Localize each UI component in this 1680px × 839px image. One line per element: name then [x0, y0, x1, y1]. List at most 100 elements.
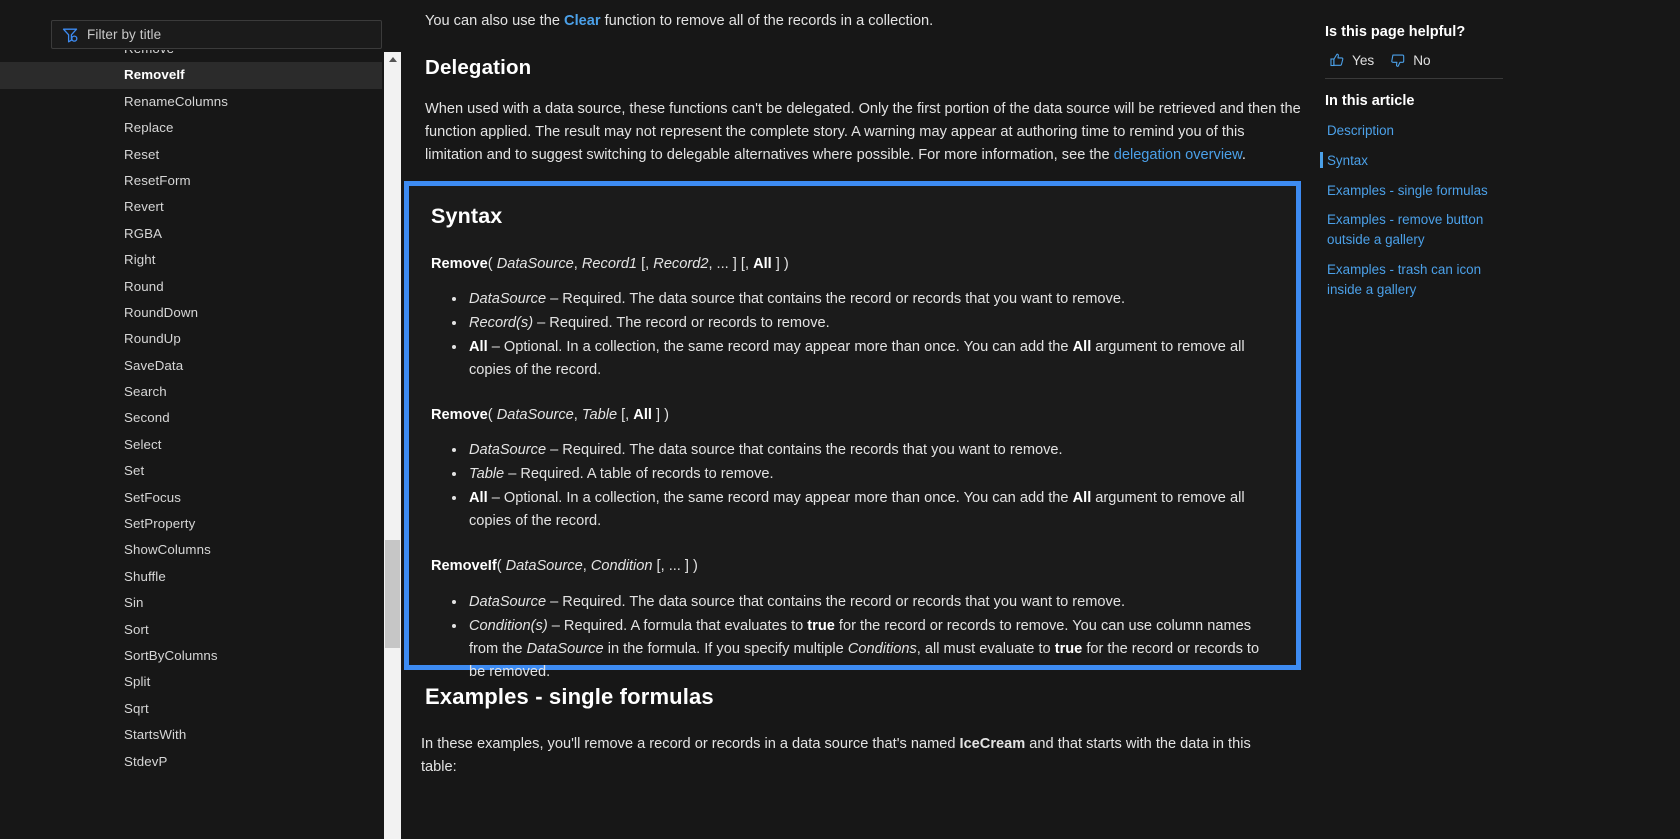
vote-no-button[interactable]: No	[1390, 52, 1431, 69]
nav-item-second[interactable]: Second	[0, 405, 382, 431]
nav-item-label: Search	[124, 384, 167, 400]
toc-item-examples-remove-button-outside-a-gallery[interactable]: Examples - remove button outside a galle…	[1320, 210, 1510, 250]
examples-paragraph: In these examples, you'll remove a recor…	[421, 733, 1261, 779]
nav-item-label: Right	[124, 252, 156, 268]
nav-item-setfocus[interactable]: SetFocus	[0, 485, 382, 511]
nav-item-label: Sort	[124, 621, 149, 637]
nav-item-label: Replace	[124, 120, 174, 136]
vote-yes-button[interactable]: Yes	[1329, 52, 1374, 69]
syntax-highlight-box: Syntax Remove( DataSource, Record1 [, Re…	[404, 181, 1301, 680]
thumbs-up-icon	[1329, 52, 1346, 69]
nav-item-set[interactable]: Set	[0, 458, 382, 484]
delegation-heading: Delegation	[425, 56, 532, 79]
nav-item-label: SetProperty	[124, 516, 196, 532]
nav-item-label: ResetForm	[124, 172, 191, 188]
nav-item-stdevp[interactable]: StdevP	[0, 749, 382, 775]
nav-item-sin[interactable]: Sin	[0, 590, 382, 616]
lead-paragraph: You can also use the Clear function to r…	[425, 10, 1295, 33]
lead-text-before: You can also use the	[425, 13, 565, 29]
nav-item-shuffle[interactable]: Shuffle	[0, 564, 382, 590]
nav-scrollbar[interactable]	[384, 52, 401, 839]
nav-item-label: Remove	[124, 50, 174, 56]
nav-item-label: Shuffle	[124, 568, 166, 584]
scroll-up-arrow-icon[interactable]	[384, 52, 401, 67]
nav-item-roundup[interactable]: RoundUp	[0, 326, 382, 352]
nav-item-label: RoundDown	[124, 304, 199, 320]
rail-divider	[1325, 78, 1503, 79]
vote-no-label: No	[1413, 53, 1431, 68]
nav-item-label: SetFocus	[124, 489, 181, 505]
syntax-signature: Remove( DataSource, Table [, All ] )	[431, 407, 669, 424]
nav-item-label: Round	[124, 278, 164, 294]
nav-item-removeif[interactable]: RemoveIf	[0, 62, 382, 89]
nav-item-label: Sqrt	[124, 700, 149, 716]
delegation-paragraph: When used with a data source, these func…	[425, 98, 1305, 167]
syntax-argument: Condition(s) – Required. A formula that …	[467, 615, 1274, 684]
table-of-contents: Description Syntax Examples - single formu…	[1320, 121, 1510, 310]
clear-function-link[interactable]: Clear	[564, 13, 601, 29]
syntax-argument: All – Optional. In a collection, the sam…	[467, 336, 1274, 382]
nav-item-revert[interactable]: Revert	[0, 194, 382, 220]
nav-item-label: RoundUp	[124, 331, 181, 347]
nav-item-label: StdevP	[124, 753, 168, 769]
syntax-argument-list: DataSource – Required. The data source t…	[431, 439, 1274, 533]
right-sidebar: Is this page helpful? Yes No In this art…	[1320, 0, 1680, 839]
nav-item-label: RemoveIf	[124, 67, 185, 83]
toc-item-examples-single-formulas[interactable]: Examples - single formulas	[1320, 181, 1510, 201]
filter-input[interactable]: Filter by title	[51, 20, 382, 49]
nav-item-sortbycolumns[interactable]: SortByColumns	[0, 643, 382, 669]
lead-text-after: function to remove all of the records in…	[600, 13, 934, 29]
examples-text-before: In these examples, you'll remove a recor…	[421, 736, 960, 752]
nav-item-resetform[interactable]: ResetForm	[0, 168, 382, 194]
nav-scrollbar-thumb[interactable]	[385, 540, 400, 648]
syntax-block-list: Remove( DataSource, Record1 [, Record2, …	[431, 253, 1274, 684]
nav-item-savedata[interactable]: SaveData	[0, 353, 382, 379]
nav-item-rounddown[interactable]: RoundDown	[0, 300, 382, 326]
left-sidebar: Filter by title Remove RemoveIf RenameColu…	[0, 0, 401, 839]
nav-item-setproperty[interactable]: SetProperty	[0, 511, 382, 537]
nav-item-remove[interactable]: Remove	[0, 50, 382, 62]
filter-icon	[61, 26, 79, 44]
icecream-emphasis: IceCream	[959, 736, 1026, 752]
nav-item-label: Sin	[124, 595, 144, 611]
nav-item-round[interactable]: Round	[0, 274, 382, 300]
syntax-argument-list: DataSource – Required. The data source t…	[431, 288, 1274, 382]
page-helpful-title: Is this page helpful?	[1325, 24, 1466, 40]
examples-heading: Examples - single formulas	[425, 684, 714, 709]
syntax-argument: All – Optional. In a collection, the sam…	[467, 487, 1274, 533]
nav-item-label: SaveData	[124, 357, 184, 373]
syntax-argument: DataSource – Required. The data source t…	[467, 288, 1274, 311]
nav-item-split[interactable]: Split	[0, 669, 382, 695]
toc-item-syntax[interactable]: Syntax	[1320, 151, 1510, 171]
function-nav-list[interactable]: Remove RemoveIf RenameColumns Replace Reset R…	[0, 50, 382, 839]
page-helpful-actions: Yes No	[1329, 52, 1431, 69]
filter-placeholder: Filter by title	[87, 27, 162, 42]
nav-item-search[interactable]: Search	[0, 379, 382, 405]
syntax-argument-list: DataSource – Required. The data source t…	[431, 591, 1274, 684]
nav-item-label: Select	[124, 436, 162, 452]
nav-item-label: RenameColumns	[124, 93, 229, 109]
nav-item-label: Revert	[124, 199, 164, 215]
nav-item-replace[interactable]: Replace	[0, 115, 382, 141]
syntax-heading: Syntax	[431, 204, 503, 228]
nav-item-renamecolumns[interactable]: RenameColumns	[0, 89, 382, 115]
nav-item-label: Set	[124, 463, 145, 479]
syntax-signature: Remove( DataSource, Record1 [, Record2, …	[431, 256, 789, 272]
nav-item-label: StartsWith	[124, 727, 187, 743]
nav-item-reset[interactable]: Reset	[0, 142, 382, 168]
toc-item-description[interactable]: Description	[1320, 121, 1510, 141]
nav-item-right[interactable]: Right	[0, 247, 382, 273]
nav-item-rgba[interactable]: RGBA	[0, 221, 382, 247]
nav-item-sqrt[interactable]: Sqrt	[0, 696, 382, 722]
delegation-overview-link[interactable]: delegation overview	[1114, 147, 1242, 163]
nav-item-label: RGBA	[124, 225, 163, 241]
syntax-argument: Table – Required. A table of records to …	[467, 463, 1274, 486]
toc-item-examples-trash-can-icon-inside-a-gallery[interactable]: Examples - trash can icon inside a galle…	[1320, 260, 1510, 300]
delegation-text-after: .	[1241, 147, 1246, 164]
nav-item-select[interactable]: Select	[0, 432, 382, 458]
nav-item-showcolumns[interactable]: ShowColumns	[0, 537, 382, 563]
thumbs-down-icon	[1390, 52, 1407, 69]
nav-item-startswith[interactable]: StartsWith	[0, 722, 382, 748]
nav-item-sort[interactable]: Sort	[0, 617, 382, 643]
syntax-argument: DataSource – Required. The data source t…	[467, 591, 1274, 614]
